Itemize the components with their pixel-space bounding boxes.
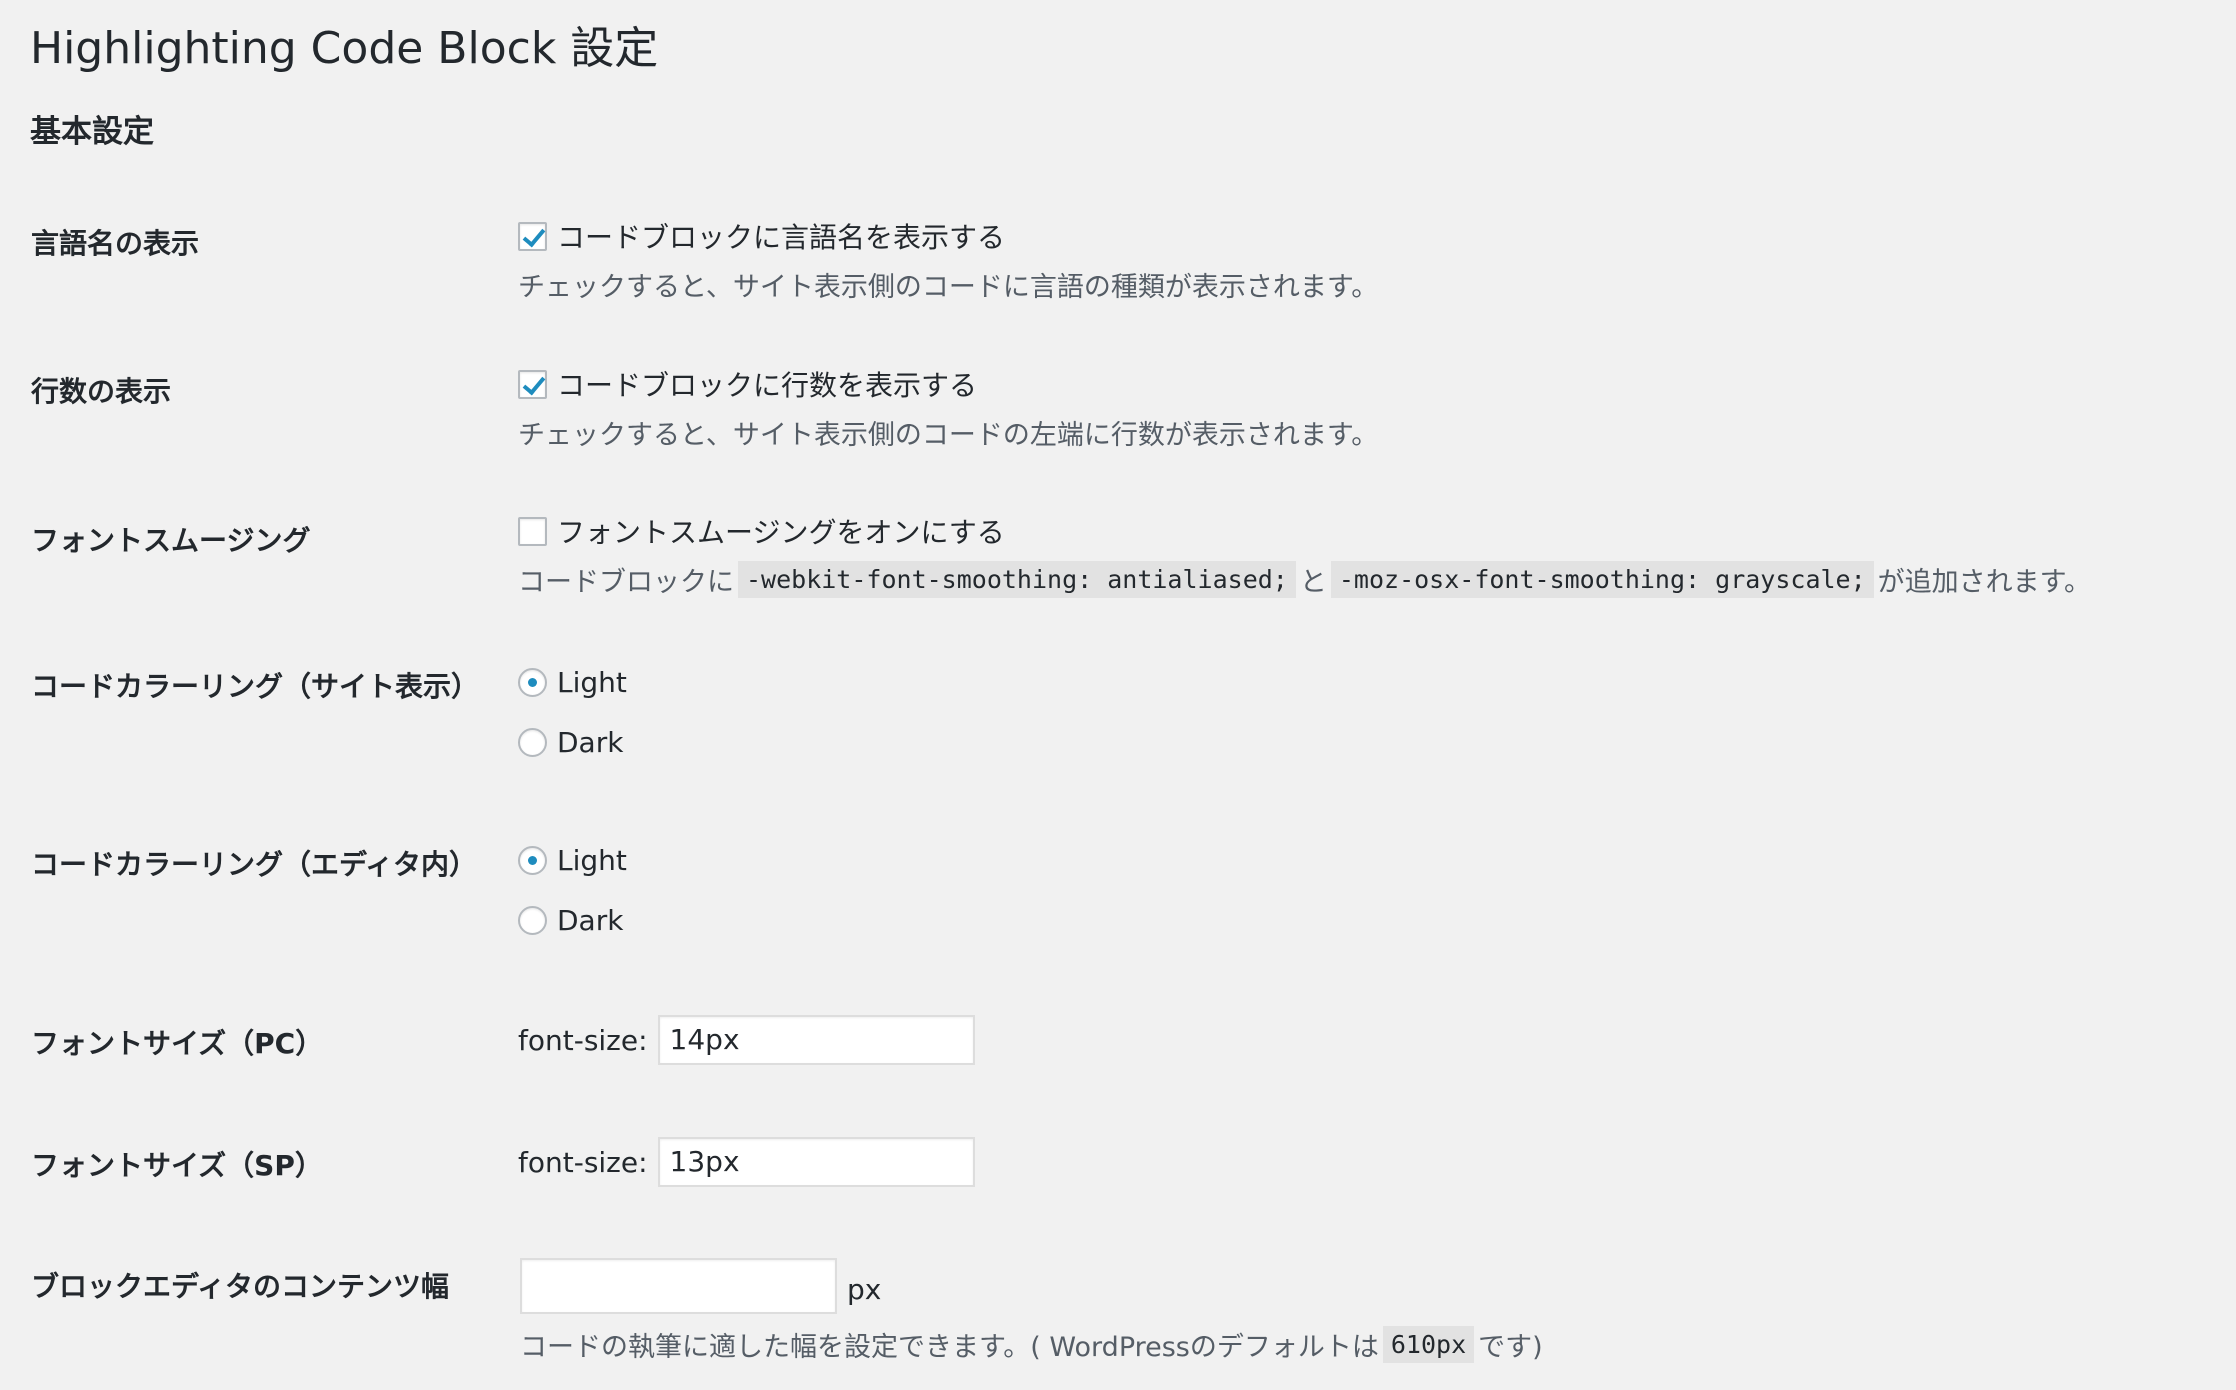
font-size-pc-input[interactable]: 14px <box>657 1015 975 1065</box>
radio-label: Light <box>557 843 627 877</box>
setting-field: コードブロックに言語名を表示する チェックすると、サイト表示側のコードに言語の種… <box>518 216 1378 304</box>
coloring-front-light-option[interactable]: Light <box>518 662 627 702</box>
setting-label: ブロックエディタのコンテンツ幅 <box>31 1270 450 1303</box>
setting-field: px コードの執筆に適した幅を設定できます。( WordPressのデフォルトは… <box>520 1258 1543 1364</box>
setting-description: チェックすると、サイト表示側のコードに言語の種類が表示されます。 <box>518 271 1379 303</box>
setting-label: 言語名の表示 <box>31 227 200 260</box>
checkbox-label: フォントスムージングをオンにする <box>557 516 1005 549</box>
section-title: 基本設定 <box>30 114 154 150</box>
coloring-front-dark-option[interactable]: Dark <box>518 722 627 762</box>
description-text: と <box>1299 566 1327 598</box>
setting-field: font-size: 13px <box>518 1137 975 1187</box>
font-smoothing-checkbox[interactable] <box>518 516 547 546</box>
coloring-editor-dark-option[interactable]: Dark <box>518 900 627 940</box>
lang-name-checkbox[interactable] <box>518 221 547 251</box>
setting-description: コードブロックに -webkit-font-smoothing: antiali… <box>518 559 2091 599</box>
setting-field: font-size: 14px <box>518 1015 975 1065</box>
input-prefix: font-size: <box>518 1145 648 1179</box>
line-numbers-checkbox[interactable] <box>518 369 547 399</box>
checkbox-label: コードブロックに行数を表示する <box>557 369 978 402</box>
radio-label: Light <box>557 665 627 699</box>
checkbox-label: コードブロックに言語名を表示する <box>557 221 1006 254</box>
setting-field: Light Dark <box>518 840 627 940</box>
setting-label: フォントサイズ（SP） <box>31 1149 323 1182</box>
font-size-sp-input[interactable]: 13px <box>657 1137 975 1187</box>
lang-name-checkbox-control[interactable]: コードブロックに言語名を表示する <box>518 216 1378 256</box>
radio-button[interactable] <box>518 905 547 935</box>
setting-field: Light Dark <box>518 662 627 762</box>
code-snippet: -webkit-font-smoothing: antialiased; <box>738 560 1296 598</box>
description-text: コードブロックに <box>518 566 734 598</box>
radio-label: Dark <box>557 725 624 759</box>
code-snippet: -moz-osx-font-smoothing: grayscale; <box>1330 560 1874 598</box>
radio-button[interactable] <box>518 727 547 757</box>
setting-description: コードの執筆に適した幅を設定できます。( WordPressのデフォルトは 61… <box>520 1324 1543 1364</box>
page-title: Highlighting Code Block 設定 <box>30 23 659 74</box>
radio-label: Dark <box>557 903 624 937</box>
setting-label: コードカラーリング（エディタ内） <box>31 848 478 881</box>
line-numbers-checkbox-control[interactable]: コードブロックに行数を表示する <box>518 364 1378 404</box>
setting-field: フォントスムージングをオンにする コードブロックに -webkit-font-s… <box>518 511 2091 599</box>
description-text: です) <box>1478 1331 1543 1363</box>
setting-description: チェックすると、サイト表示側のコードの左端に行数が表示されます。 <box>518 419 1379 451</box>
setting-field: コードブロックに行数を表示する チェックすると、サイト表示側のコードの左端に行数… <box>518 364 1378 452</box>
setting-label: 行数の表示 <box>31 375 172 408</box>
code-snippet: 610px <box>1382 1325 1475 1363</box>
settings-page: Highlighting Code Block 設定 基本設定 言語名の表示 コ… <box>0 0 2236 1390</box>
description-text: が追加されます。 <box>1877 566 2091 598</box>
radio-button[interactable] <box>518 667 547 697</box>
description-text: コードの執筆に適した幅を設定できます。( WordPressのデフォルトは <box>520 1331 1379 1363</box>
radio-button[interactable] <box>518 845 547 875</box>
coloring-editor-light-option[interactable]: Light <box>518 840 627 880</box>
content-width-input-line: px <box>520 1258 1543 1314</box>
setting-label: コードカラーリング（サイト表示） <box>31 670 480 703</box>
content-width-input[interactable] <box>520 1258 837 1314</box>
setting-label: フォントサイズ（PC） <box>31 1027 324 1060</box>
setting-label: フォントスムージング <box>31 524 311 557</box>
input-prefix: font-size: <box>518 1023 648 1057</box>
unit-label: px <box>847 1272 882 1306</box>
font-smoothing-checkbox-control[interactable]: フォントスムージングをオンにする <box>518 511 2091 551</box>
